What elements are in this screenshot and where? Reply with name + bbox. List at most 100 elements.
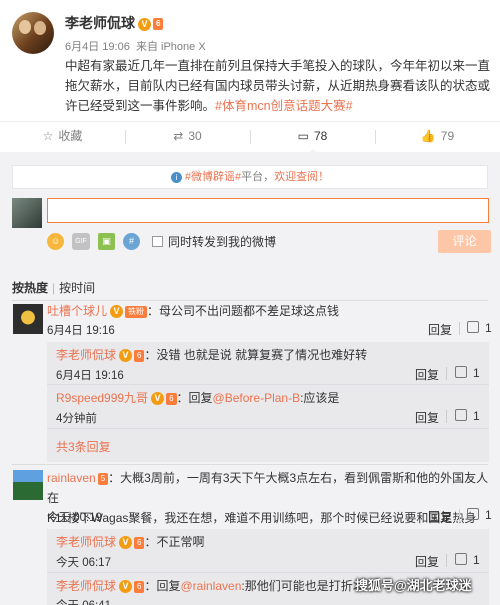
- reply-author[interactable]: 李老师侃球: [56, 579, 116, 593]
- level-badge: 铁粉: [125, 305, 148, 318]
- thumb-up-icon: [455, 409, 467, 421]
- comment-time: 今天 00:19: [47, 512, 102, 524]
- reply-author[interactable]: R9speed999九哥: [56, 391, 148, 405]
- comment-text: 吐槽个球儿 V 铁粉 ：母公司不出问题都不差足球这点钱: [47, 301, 339, 321]
- comment-time: 6月4日 19:16: [47, 325, 115, 337]
- repost-icon: ⇄: [173, 128, 184, 143]
- reply-like-button[interactable]: 1: [455, 409, 480, 423]
- reply-content: ：回复: [176, 391, 213, 405]
- level-badge: 6: [134, 349, 145, 362]
- reply-button[interactable]: 回复: [415, 409, 439, 426]
- divider: [459, 509, 460, 522]
- reply-button[interactable]: 回复: [428, 321, 452, 338]
- watermark: 搜狐号@湖北老球迷: [355, 578, 472, 593]
- reply-text: R9speed999九哥 V 6 ：回复@Before-Plan-B:应该是: [56, 388, 339, 408]
- reply-text: 李老师侃球 V 6 ：不正常啊: [56, 532, 204, 552]
- divider: [446, 410, 447, 423]
- reply-time: 今天 06:41: [56, 597, 111, 605]
- mention-link[interactable]: @Before-Plan-B: [213, 391, 301, 405]
- commenter-avatar[interactable]: [13, 470, 43, 500]
- author-name[interactable]: 李老师侃球: [65, 15, 135, 31]
- composer-toolbar: ☺ GIF ▣ # 同时转发到我的微博: [47, 232, 276, 250]
- comment-content-line2: K11楼下Wagas聚餐，我还在想，难道不用训练吧，那个时候已经说要和国足热身: [47, 511, 477, 525]
- reply-text: 李老师侃球 V 6 ：没错 也就是说 就算复赛了情况也难好转: [56, 345, 367, 365]
- reply-content: ：没错 也就是说 就算复赛了情况也难好转: [144, 348, 368, 362]
- divider: [47, 428, 489, 429]
- verified-badge-icon: V: [138, 17, 151, 31]
- info-icon: i: [170, 171, 182, 183]
- topic-tag-link[interactable]: #体育mcn创意话题大赛#: [215, 99, 353, 113]
- reply-content-tail: :那他们可能也是打折才: [241, 579, 365, 593]
- more-replies-link[interactable]: 共3条回复: [56, 438, 111, 455]
- verified-badge-icon: V: [110, 305, 124, 319]
- author-name-row: 李老师侃球 V 6: [65, 13, 164, 33]
- gif-icon[interactable]: GIF: [72, 232, 90, 250]
- comment-content: ：大概3周前，一周有3天下午大概3点左右，看到佩雷斯和他的外国友人在: [47, 471, 489, 505]
- like-count: 79: [440, 128, 455, 143]
- like-button[interactable]: 👍 79: [375, 122, 500, 152]
- reply-author[interactable]: 李老师侃球: [56, 535, 116, 549]
- repost-button[interactable]: ⇄ 30: [125, 122, 250, 152]
- star-icon: ☆: [42, 128, 54, 143]
- notice-link[interactable]: 欢迎查阅！: [274, 171, 329, 183]
- level-badge: 6: [134, 536, 145, 549]
- sort-tabs: 按热度 | 按时间: [12, 279, 95, 296]
- sort-separator: |: [52, 281, 56, 295]
- sort-by-time-tab[interactable]: 按时间: [59, 281, 95, 295]
- comment-button[interactable]: ▭ 78: [250, 122, 375, 155]
- reply-like-button[interactable]: 1: [455, 366, 480, 380]
- notice-text: 平台，: [241, 171, 275, 183]
- sort-by-hot-tab[interactable]: 按热度: [12, 281, 48, 295]
- commenter-avatar[interactable]: [13, 304, 43, 334]
- commenter-name[interactable]: rainlaven: [47, 471, 96, 485]
- verified-badge-icon: V: [151, 392, 165, 406]
- reply-content-tail: :应该是: [300, 391, 340, 405]
- reply-time: 6月4日 19:16: [56, 370, 124, 382]
- reply-content: ：不正常啊: [144, 535, 205, 549]
- divider: [446, 367, 447, 380]
- divider: [47, 384, 489, 385]
- reply-like-button[interactable]: 1: [455, 553, 480, 567]
- thumb-up-icon: [467, 508, 479, 520]
- comment-content: ：母公司不出问题都不差足球这点钱: [147, 304, 340, 318]
- divider: [47, 572, 489, 573]
- favorite-button[interactable]: ☆ 收藏: [0, 122, 125, 152]
- comment-input[interactable]: [47, 198, 489, 223]
- repost-checkbox[interactable]: [152, 235, 163, 247]
- post-meta: 6月4日 19:06 来自 iPhone X: [65, 38, 206, 54]
- reply-button[interactable]: 回复: [428, 508, 452, 525]
- reply-time: 今天 06:17: [56, 557, 111, 569]
- commenter-name[interactable]: 吐槽个球儿: [47, 304, 107, 318]
- like-count: 1: [473, 409, 480, 423]
- comment-like-button[interactable]: 1: [467, 321, 492, 335]
- level-badge: 6: [166, 392, 177, 405]
- thumb-up-icon: [455, 366, 467, 378]
- post-body: 中超有家最近几年一直排在前列且保持大手笔投入的球队，今年年初以来一直拖欠薪水，目…: [65, 56, 490, 116]
- emoji-icon[interactable]: ☺: [47, 232, 64, 250]
- reply-button[interactable]: 回复: [415, 366, 439, 383]
- reply-button[interactable]: 回复: [415, 553, 439, 570]
- repost-checkbox-label: 同时转发到我的微博: [168, 234, 277, 249]
- mention-link[interactable]: @rainlaven: [180, 579, 241, 593]
- topic-icon[interactable]: #: [123, 232, 140, 250]
- post-actions: ☆ 收藏 ⇄ 30 ▭ 78 👍 79: [0, 121, 500, 155]
- divider: [446, 554, 447, 567]
- like-count: 1: [485, 321, 492, 335]
- level-badge: 5: [97, 472, 109, 485]
- divider: [12, 464, 488, 465]
- favorite-label: 收藏: [58, 128, 83, 143]
- submit-comment-button[interactable]: 评论: [438, 230, 491, 253]
- image-icon[interactable]: ▣: [98, 232, 115, 250]
- comment-like-button[interactable]: 1: [467, 508, 492, 522]
- author-avatar[interactable]: [12, 12, 54, 54]
- reply-content: ：回复: [144, 579, 181, 593]
- notice-tag-link[interactable]: #微博辟谣#: [185, 171, 241, 183]
- reply-text: 李老师侃球 V 6 ：回复@rainlaven:那他们可能也是打折才: [56, 576, 365, 596]
- like-count: 1: [485, 508, 492, 522]
- reply-author[interactable]: 李老师侃球: [56, 348, 116, 362]
- thumb-up-icon: [467, 321, 479, 333]
- divider: [459, 322, 460, 335]
- rumor-notice: i #微博辟谣#平台，欢迎查阅！: [12, 165, 488, 189]
- verified-badge-icon: V: [119, 580, 133, 594]
- post-date[interactable]: 6月4日 19:06: [65, 41, 130, 53]
